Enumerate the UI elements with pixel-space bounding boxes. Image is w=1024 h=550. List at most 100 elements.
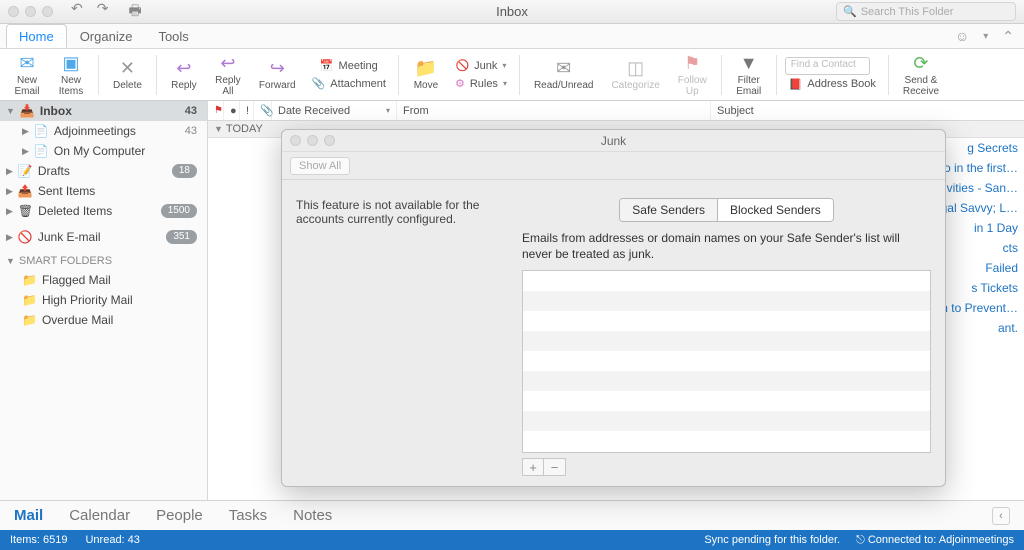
nav-notes[interactable]: Notes — [293, 507, 332, 524]
show-all-button[interactable]: Show All — [290, 157, 350, 175]
junk-icon: 🚫 — [455, 59, 469, 72]
status-items: Items: 6519 — [10, 534, 67, 546]
follow-up-button[interactable]: ⚑Follow Up — [672, 51, 713, 99]
move-button[interactable]: 📁Move — [407, 56, 445, 93]
junk-dialog: Junk Show All This feature is not availa… — [281, 129, 946, 487]
zoom-icon[interactable] — [42, 6, 53, 17]
meeting-button[interactable]: 📅Meeting — [308, 57, 390, 74]
search-input[interactable]: 🔍 Search This Folder — [836, 2, 1016, 21]
col-flag[interactable]: ⚑ — [208, 101, 224, 120]
categorize-button[interactable]: ◫Categorize — [605, 56, 665, 93]
close-icon[interactable] — [290, 135, 301, 146]
sidebar-deleted-items[interactable]: ▶🗑Deleted Items1500 — [0, 201, 207, 221]
undo-icon[interactable]: ↶ — [71, 0, 83, 24]
find-contact-input[interactable]: Find a Contact — [785, 57, 870, 75]
sender-type-tabs: Safe Senders Blocked Senders — [619, 198, 833, 222]
col-subject[interactable]: Subject — [711, 101, 1024, 120]
chevron-down-icon[interactable]: ▾ — [983, 31, 988, 42]
tab-tools[interactable]: Tools — [145, 24, 201, 48]
drafts-icon: 📝 — [18, 164, 33, 178]
delete-icon: ✕ — [120, 58, 135, 79]
collapse-ribbon-icon[interactable]: ⌃ — [1002, 28, 1014, 45]
sidebar-inbox[interactable]: ▼📥Inbox43 — [0, 101, 207, 121]
dialog-title: Junk — [601, 134, 626, 148]
reply-button[interactable]: ↩Reply — [165, 56, 203, 93]
connected-icon: ⎋ — [856, 534, 868, 546]
chevron-right-icon: ▶ — [22, 146, 29, 157]
sidebar-junk[interactable]: ▶🚫Junk E-mail351 — [0, 227, 207, 247]
col-important[interactable]: ! — [240, 101, 254, 120]
inbox-icon: 📥 — [20, 104, 35, 118]
close-icon[interactable] — [8, 6, 19, 17]
sidebar-sent-items[interactable]: ▶📤Sent Items — [0, 181, 207, 201]
col-attachment[interactable]: 📎 — [254, 101, 272, 120]
new-items-button[interactable]: ▣New Items — [52, 51, 90, 99]
chevron-right-icon: ▶ — [6, 232, 13, 243]
nav-people[interactable]: People — [156, 507, 203, 524]
window-title: Inbox — [496, 4, 528, 19]
add-button[interactable]: + — [522, 458, 544, 476]
sidebar-high-priority[interactable]: 📁High Priority Mail — [0, 290, 207, 310]
junk-icon: 🚫 — [18, 230, 33, 244]
safe-senders-list[interactable] — [522, 270, 931, 453]
chevron-down-icon: ▼ — [6, 106, 15, 116]
categorize-icon: ◫ — [627, 58, 644, 79]
folder-icon: 📁 — [22, 293, 37, 307]
sidebar-drafts[interactable]: ▶📝Drafts18 — [0, 161, 207, 181]
forward-button[interactable]: ↪Forward — [253, 56, 302, 93]
search-placeholder: Search This Folder — [861, 6, 954, 18]
sidebar-on-my-computer[interactable]: ▶📄On My Computer — [0, 141, 207, 161]
folder-sidebar: ▼📥Inbox43 ▶📄Adjoinmeetings43 ▶📄On My Com… — [0, 101, 208, 500]
tab-home[interactable]: Home — [6, 24, 67, 48]
sidebar-adjoinmeetings[interactable]: ▶📄Adjoinmeetings43 — [0, 121, 207, 141]
dialog-toolbar: Show All — [282, 152, 945, 180]
read-unread-button[interactable]: ✉Read/Unread — [528, 56, 599, 93]
remove-button[interactable]: − — [544, 458, 566, 476]
chevron-right-icon: ▶ — [6, 206, 13, 217]
reply-all-button[interactable]: ↩Reply All — [209, 51, 247, 99]
junk-button[interactable]: 🚫Junk▾ — [451, 57, 511, 74]
delete-button[interactable]: ✕Delete — [107, 56, 148, 93]
forward-icon: ↪ — [270, 58, 285, 79]
emoji-icon[interactable]: ☺ — [955, 28, 969, 44]
mail-icon: ✉︎ — [19, 53, 34, 74]
sidebar-overdue[interactable]: 📁Overdue Mail — [0, 310, 207, 330]
send-receive-button[interactable]: ⟳Send & Receive — [897, 51, 945, 99]
rules-button[interactable]: ⚙Rules▾ — [451, 75, 511, 92]
sidebar-smart-folders[interactable]: ▼SMART FOLDERS — [0, 247, 207, 270]
dialog-titlebar: Junk — [282, 130, 945, 152]
chevron-right-icon: ▶ — [6, 166, 13, 177]
nav-calendar[interactable]: Calendar — [69, 507, 130, 524]
reply-all-icon: ↩ — [220, 53, 235, 74]
print-icon[interactable]: 🖶 — [128, 0, 141, 24]
sidebar-flagged[interactable]: 📁Flagged Mail — [0, 270, 207, 290]
tab-safe-senders[interactable]: Safe Senders — [620, 199, 717, 221]
items-icon: ▣ — [62, 53, 79, 74]
move-icon: 📁 — [415, 58, 437, 79]
col-date-received[interactable]: Date Received▾ — [272, 101, 397, 120]
dialog-message: This feature is not available for the ac… — [296, 198, 516, 476]
col-status[interactable]: ● — [224, 101, 240, 120]
ribbon-tabs: Home Organize Tools ☺ ▾ ⌃ — [0, 24, 1024, 49]
send-receive-icon: ⟳ — [913, 53, 928, 74]
nav-mail[interactable]: Mail — [14, 507, 43, 524]
tab-blocked-senders[interactable]: Blocked Senders — [717, 199, 833, 221]
minimize-icon[interactable] — [307, 135, 318, 146]
attachment-button[interactable]: 📎Attachment — [308, 75, 390, 92]
new-email-button[interactable]: ✉︎New Email — [8, 51, 46, 99]
quick-access: ↶ ↷ 🖶 — [71, 0, 142, 24]
redo-icon[interactable]: ↷ — [97, 0, 109, 24]
rules-icon: ⚙ — [455, 77, 465, 90]
nav-tasks[interactable]: Tasks — [229, 507, 267, 524]
chevron-right-icon: ▶ — [6, 186, 13, 197]
chevron-down-icon: ▾ — [502, 61, 506, 70]
tab-organize[interactable]: Organize — [67, 24, 146, 48]
minimize-icon[interactable] — [25, 6, 36, 17]
ribbon: ✉︎New Email ▣New Items ✕Delete ↩Reply ↩R… — [0, 49, 1024, 101]
flag-icon: ⚑ — [214, 105, 223, 116]
nav-expand-icon[interactable]: ‹ — [992, 507, 1010, 525]
zoom-icon[interactable] — [324, 135, 335, 146]
filter-email-button[interactable]: ▼Filter Email — [730, 51, 768, 99]
col-from[interactable]: From — [397, 101, 711, 120]
address-book-button[interactable]: 📕Address Book — [785, 76, 880, 93]
